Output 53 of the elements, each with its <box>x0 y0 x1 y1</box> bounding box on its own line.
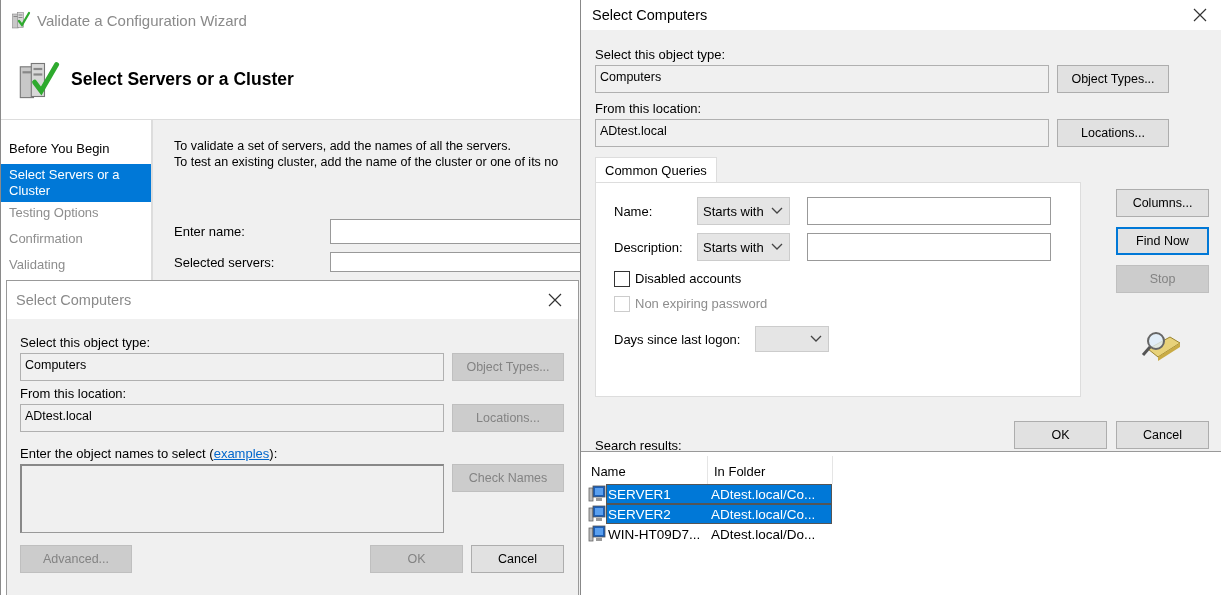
cancel-button[interactable]: Cancel <box>1116 421 1209 449</box>
tab[interactable]: Common Queries <box>595 157 717 182</box>
ok-button[interactable]: OK <box>1014 421 1107 449</box>
field-label: Description: <box>614 239 684 255</box>
close-icon[interactable] <box>1192 7 1208 23</box>
computer-icon <box>588 505 606 523</box>
field-label: From this location: <box>20 386 128 401</box>
instruction-text: To validate a set of servers, add the names of all the servers. To test an existing cluster, add the name of the cluster or one of its no <box>174 138 560 170</box>
wizard-step[interactable]: Before You Begin <box>1 138 151 164</box>
window-title: Validate a Configuration Wizard <box>37 11 247 29</box>
field-label: Selected servers: <box>174 254 276 270</box>
computer-icon <box>588 485 606 503</box>
wizard-step[interactable]: Select Servers or a Cluster <box>1 164 151 202</box>
caret-icon <box>810 335 823 343</box>
field-label: Days since last logon: <box>614 331 741 347</box>
computer-icon <box>588 525 606 543</box>
name-input-field[interactable] <box>330 219 581 244</box>
results-label: Search results: <box>595 438 682 453</box>
field-label: Name: <box>614 203 654 219</box>
page-heading: Select Servers or a Cluster <box>71 69 294 90</box>
dialog-title: Select Computers <box>592 7 708 23</box>
query-input-field[interactable] <box>807 197 1051 225</box>
caret-icon <box>771 207 783 215</box>
dialog-title: Select Computers <box>16 292 132 308</box>
query-input-field[interactable] <box>807 233 1051 261</box>
location-field[interactable]: ADtest.local <box>20 404 444 432</box>
servers-list-field[interactable] <box>330 252 581 272</box>
result-row[interactable]: SERVER1 ADtest.local/Co... <box>606 484 832 504</box>
object-type-field[interactable]: Computers <box>595 65 1049 93</box>
search-folder-icon <box>1140 329 1182 363</box>
checkbox-option[interactable]: Disabled accounts <box>614 269 1062 288</box>
result-row[interactable]: WIN-HT09D7... ADtest.local/Do... <box>606 524 832 544</box>
server-check-icon <box>11 10 31 30</box>
examples-link[interactable]: examples <box>213 446 270 461</box>
side-button[interactable]: Columns... <box>1116 189 1209 217</box>
condition-dropdown[interactable]: Starts with <box>697 197 790 225</box>
locations-button[interactable]: Locations... <box>1057 119 1169 147</box>
close-icon[interactable] <box>547 292 563 308</box>
object-type-field[interactable]: Computers <box>20 353 444 381</box>
cancel-button[interactable]: Cancel <box>471 545 564 573</box>
caret-icon <box>771 243 783 251</box>
field-label: Select this object type: <box>20 335 152 350</box>
result-row[interactable]: SERVER2 ADtest.local/Co... <box>606 504 832 524</box>
location-field[interactable]: ADtest.local <box>595 119 1049 147</box>
field-label: Enter name: <box>174 224 246 239</box>
object-names-field[interactable] <box>20 464 444 533</box>
field-label: Select this object type: <box>595 47 727 62</box>
object-types-button[interactable]: Object Types... <box>1057 65 1169 93</box>
field-label: Enter the object names to select (examples): <box>20 446 279 461</box>
field-label: From this location: <box>595 101 703 116</box>
checkbox[interactable] <box>614 270 630 287</box>
condition-dropdown[interactable]: Starts with <box>697 233 790 261</box>
side-button[interactable]: Find Now <box>1116 227 1209 255</box>
